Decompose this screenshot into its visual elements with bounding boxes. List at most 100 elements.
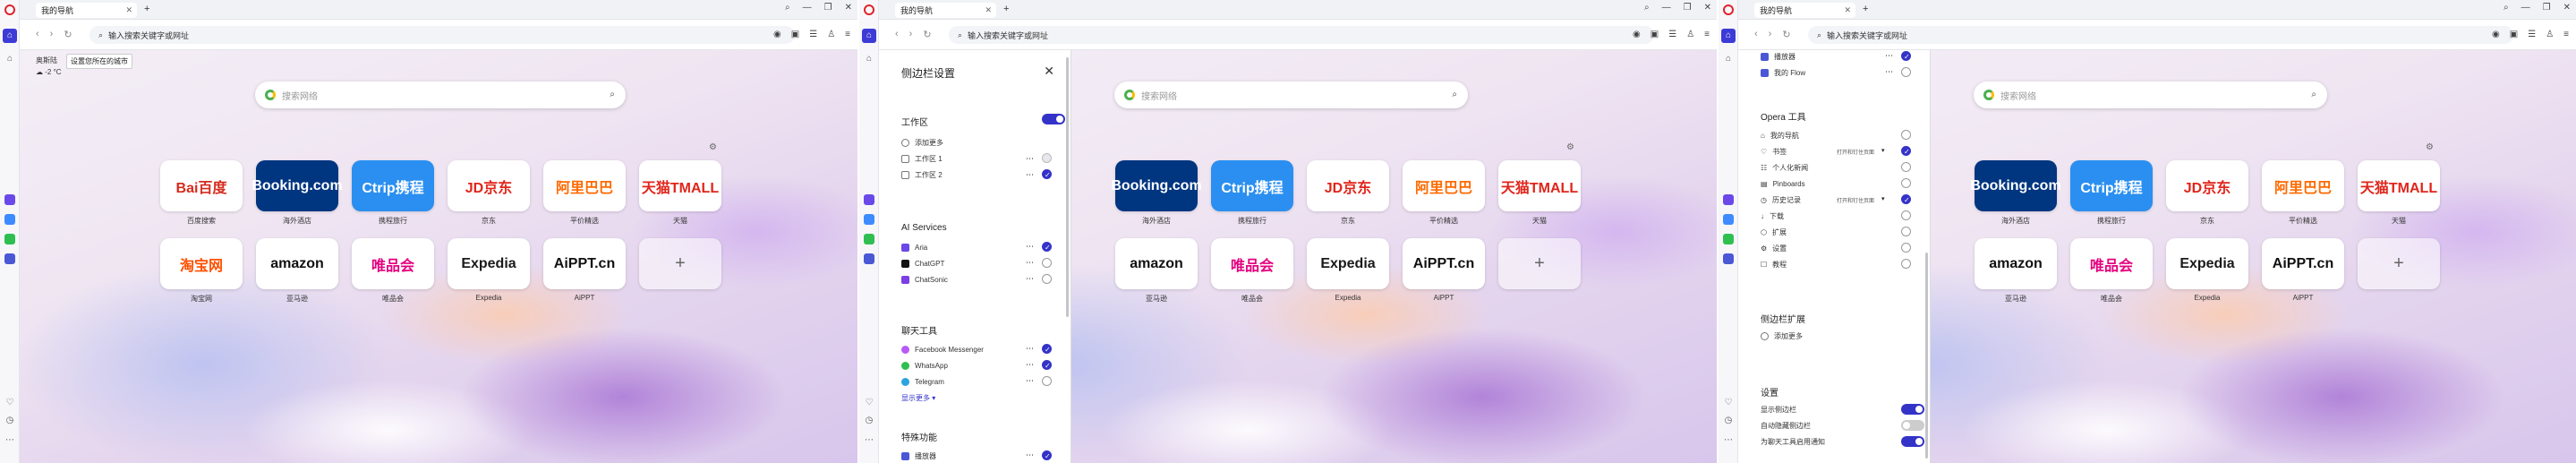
close-window-icon[interactable]: ✕ xyxy=(845,3,852,13)
web-search[interactable]: 搜索网络 ⌕ xyxy=(1114,81,1468,108)
history-icon[interactable]: ◷ xyxy=(4,416,15,426)
camera-icon[interactable]: ◉ xyxy=(2492,30,2500,39)
drag-handle-icon[interactable]: ⋯ xyxy=(1026,274,1034,284)
home-icon[interactable]: ⌂ xyxy=(862,29,876,43)
forward-icon[interactable]: › xyxy=(1769,29,1772,40)
search-tabs-icon[interactable]: ⌕ xyxy=(2503,3,2509,13)
history-icon[interactable]: ◷ xyxy=(864,416,874,426)
url-field[interactable]: ⌕ 输入搜索关键字或网址 xyxy=(90,26,795,44)
minimize-icon[interactable]: — xyxy=(803,3,812,13)
speed-dial-tile[interactable]: Expedia xyxy=(448,238,530,289)
profile-icon[interactable]: ♙ xyxy=(827,30,835,39)
workspace-icon[interactable]: ⌂ xyxy=(864,54,874,64)
special-row-player[interactable]: 播放器 xyxy=(901,450,1093,462)
vpn-icon[interactable]: ▣ xyxy=(1651,30,1659,39)
show-more-link[interactable]: 显示更多 ▾ xyxy=(901,391,1093,404)
autohide-toggle[interactable] xyxy=(1901,420,1924,431)
restore-icon[interactable]: ❐ xyxy=(2543,3,2551,13)
speed-dial-tile[interactable]: 唯品会 xyxy=(2070,238,2153,289)
minimize-icon[interactable]: — xyxy=(1662,3,1671,13)
opera-tool-checkbox[interactable] xyxy=(1901,162,1911,172)
panel-scrollbar[interactable] xyxy=(1925,253,1928,459)
more-icon[interactable]: ⋯ xyxy=(864,435,874,446)
drag-handle-icon[interactable]: ⋯ xyxy=(1026,242,1034,252)
speed-dial-tile[interactable]: 阿里巴巴 xyxy=(2262,160,2344,211)
speed-dial-tile[interactable]: Booking.com xyxy=(1970,160,2061,211)
more-icon[interactable]: ⋯ xyxy=(4,435,15,446)
heart-icon[interactable]: ♡ xyxy=(4,398,15,408)
panel-scrollbar[interactable] xyxy=(1066,57,1069,317)
tab-my-navigation[interactable]: 我的导航 ✕ xyxy=(895,3,996,18)
opera-tool-checkbox[interactable] xyxy=(1901,194,1911,205)
url-field[interactable]: ⌕ 输入搜索关键字或网址 xyxy=(1808,26,2513,44)
drag-handle-icon[interactable]: ⋯ xyxy=(1026,170,1034,180)
search-tabs-icon[interactable]: ⌕ xyxy=(785,3,790,13)
new-tab-button[interactable]: + xyxy=(1003,4,1009,14)
player-icon[interactable] xyxy=(1723,253,1734,264)
web-search[interactable]: 搜索网络 ⌕ xyxy=(1974,81,2327,108)
messenger-icon[interactable] xyxy=(1723,214,1734,225)
add-dial-button[interactable]: + xyxy=(639,238,721,289)
speed-dial-tile[interactable]: AiPPT.cn xyxy=(1403,238,1485,289)
speed-dial-tile[interactable]: Expedia xyxy=(1307,238,1389,289)
easy-setup-icon[interactable]: ≡ xyxy=(1704,30,1710,39)
flow-checkbox[interactable] xyxy=(1901,67,1911,77)
aria-icon[interactable] xyxy=(1723,194,1734,205)
heart-icon[interactable]: ♡ xyxy=(1723,398,1734,408)
player-checkbox[interactable] xyxy=(1042,450,1052,461)
search-icon[interactable]: ⌕ xyxy=(610,90,615,99)
opera-logo-icon[interactable] xyxy=(1723,4,1734,15)
player-checkbox[interactable] xyxy=(1901,51,1911,62)
whatsapp-icon[interactable] xyxy=(1723,234,1734,244)
ai-row-chatsonic[interactable]: ChatSonic xyxy=(901,273,1093,286)
tab-my-navigation[interactable]: 我的导航 ✕ xyxy=(1754,3,1855,18)
notifications-toggle[interactable] xyxy=(1901,436,1924,447)
reload-icon[interactable]: ↻ xyxy=(923,29,931,40)
workspace-1-checkbox[interactable] xyxy=(1042,153,1052,163)
show-sidebar-toggle[interactable] xyxy=(1901,404,1924,415)
telegram-checkbox[interactable] xyxy=(1042,376,1052,386)
tab-close-icon[interactable]: ✕ xyxy=(125,5,132,15)
speed-dial-tile[interactable]: 唯品会 xyxy=(1211,238,1293,289)
workspace-row[interactable]: 工作区 2 xyxy=(901,168,1093,181)
special-row-player[interactable]: 播放器 xyxy=(1761,50,1952,63)
speed-dial-tile[interactable]: JD京东 xyxy=(448,160,530,211)
speed-dial-tile[interactable]: AiPPT.cn xyxy=(543,238,626,289)
chatgpt-checkbox[interactable] xyxy=(1042,258,1052,268)
drag-handle-icon[interactable]: ⋯ xyxy=(1026,376,1034,386)
tab-close-icon[interactable]: ✕ xyxy=(985,5,992,15)
speed-dial-tile[interactable]: 天猫TMALL xyxy=(2358,160,2440,211)
tab-close-icon[interactable]: ✕ xyxy=(1844,5,1851,15)
messenger-icon[interactable] xyxy=(4,214,15,225)
restore-icon[interactable]: ❐ xyxy=(824,3,832,13)
speed-dial-tile[interactable]: Ctrip携程 xyxy=(352,160,434,211)
vpn-icon[interactable]: ▣ xyxy=(791,30,799,39)
new-tab-button[interactable]: + xyxy=(1863,4,1868,14)
speed-dial-tile[interactable]: amazon xyxy=(1975,238,2057,289)
opera-tool-row[interactable]: ▤ Pinboards xyxy=(1761,177,1952,190)
opera-tool-checkbox[interactable] xyxy=(1901,130,1911,140)
opera-tool-checkbox[interactable] xyxy=(1901,259,1911,269)
camera-icon[interactable]: ◉ xyxy=(773,30,781,39)
heart-icon[interactable]: ♡ xyxy=(864,398,874,408)
workspace-icon[interactable]: ⌂ xyxy=(1723,54,1734,64)
workspace-add-row[interactable]: 添加更多 xyxy=(901,136,1093,149)
opera-tool-checkbox[interactable] xyxy=(1901,243,1911,253)
opera-tool-checkbox[interactable] xyxy=(1901,178,1911,188)
chat-row-messenger[interactable]: Facebook Messenger xyxy=(901,343,1093,356)
drag-handle-icon[interactable]: ⋯ xyxy=(1026,154,1034,164)
ai-row-aria[interactable]: Aria xyxy=(901,241,1093,253)
speed-dial-tile[interactable]: 天猫TMALL xyxy=(639,160,721,211)
close-window-icon[interactable]: ✕ xyxy=(1704,3,1711,13)
chatsonic-checkbox[interactable] xyxy=(1042,274,1052,284)
back-icon[interactable]: ‹ xyxy=(895,29,899,40)
pin-dropdown-icon[interactable]: ▾ xyxy=(1881,195,1885,202)
reload-icon[interactable]: ↻ xyxy=(64,29,72,40)
speed-dial-tile[interactable]: 天猫TMALL xyxy=(1498,160,1581,211)
whatsapp-icon[interactable] xyxy=(4,234,15,244)
new-tab-button[interactable]: + xyxy=(144,4,149,14)
speed-dial-tile[interactable]: Ctrip携程 xyxy=(2070,160,2153,211)
speed-dial-tile[interactable]: amazon xyxy=(256,238,338,289)
messenger-icon[interactable] xyxy=(864,214,874,225)
extensions-icon[interactable]: ☰ xyxy=(2528,30,2536,39)
